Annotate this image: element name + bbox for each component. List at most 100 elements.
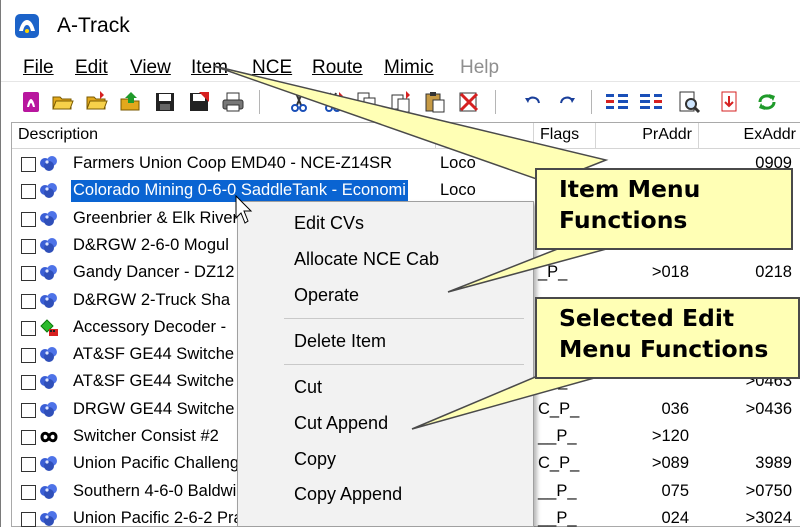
row-checkbox[interactable] — [21, 457, 36, 473]
callout-edit-menu-text: Selected Edit Menu Functions — [559, 303, 798, 365]
row-exaddr: >3024 — [745, 508, 792, 527]
row-checkbox[interactable] — [21, 430, 36, 445]
callout-line: Functions — [559, 206, 688, 234]
menu-edit[interactable]: Edit — [75, 57, 108, 79]
column-header-type-label: Type — [442, 126, 477, 143]
row-checkbox[interactable] — [21, 402, 36, 418]
row-checkbox[interactable] — [21, 293, 36, 309]
row-exaddr: >0750 — [745, 481, 792, 500]
row-description: AT&SF GE44 Switche — [73, 372, 235, 391]
ctx-edit-cvs[interactable]: Edit CVs — [294, 213, 364, 234]
row-checkbox[interactable] — [21, 184, 36, 200]
ctx-operate[interactable]: Operate — [294, 285, 359, 306]
menu-bar: File Edit View Item NCE Route Mimic Help — [1, 55, 800, 82]
context-menu: Edit CVs Allocate NCE Cab Operate Delete… — [237, 201, 534, 527]
ctx-cut-append-label: Cut Append — [294, 413, 389, 433]
column-header-exaddr[interactable]: ExAddr — [699, 123, 800, 149]
locomotive-icon — [39, 510, 59, 527]
ctx-separator — [284, 318, 524, 319]
row-praddr: >089 — [651, 454, 689, 473]
locomotive-icon — [39, 455, 59, 473]
ctx-copy-label: Copy — [294, 449, 337, 469]
callout-line: Menu Functions — [559, 335, 769, 363]
menu-view[interactable]: View — [130, 57, 171, 79]
locomotive-icon — [39, 182, 59, 200]
app-window: A-Track File Edit View Item NCE Route Mi… — [0, 0, 800, 527]
menu-nce[interactable]: NCE — [252, 57, 292, 79]
ctx-allocate-nce-cab[interactable]: Allocate NCE Cab — [294, 249, 439, 270]
refresh-icon[interactable] — [755, 90, 779, 114]
ctx-copy-append-label: Copy Append — [294, 484, 403, 504]
delete-icon[interactable] — [457, 90, 481, 114]
cut-icon[interactable] — [287, 90, 311, 114]
title-bar[interactable]: A-Track — [1, 0, 800, 55]
import-icon[interactable] — [119, 90, 143, 114]
open-icon[interactable] — [51, 90, 75, 114]
save-as-icon[interactable] — [187, 90, 211, 114]
ctx-allocate-nce-cab-label: Allocate NCE Cab — [294, 249, 440, 269]
move-down-icon[interactable] — [639, 90, 663, 114]
menu-route[interactable]: Route — [312, 57, 363, 79]
column-header-flags-label: Flags — [540, 126, 580, 143]
row-checkbox[interactable] — [21, 266, 36, 282]
cut-append-icon[interactable] — [321, 90, 345, 114]
print-icon[interactable] — [221, 90, 245, 114]
move-up-icon[interactable] — [605, 90, 629, 114]
menu-file[interactable]: File — [23, 57, 54, 79]
ctx-cut-append[interactable]: Cut Append — [294, 413, 388, 434]
row-checkbox[interactable] — [21, 484, 36, 500]
locomotive-icon — [39, 346, 59, 364]
ctx-edit-cvs-label: Edit CVs — [294, 213, 365, 233]
copy-icon[interactable] — [355, 90, 379, 114]
row-flags: C_P_ — [538, 454, 580, 473]
open-append-icon[interactable] — [85, 90, 109, 114]
row-checkbox[interactable] — [21, 238, 36, 254]
ctx-delete-item[interactable]: Delete Item — [294, 331, 386, 352]
save-icon[interactable] — [153, 90, 177, 114]
row-checkbox[interactable] — [21, 348, 36, 364]
row-checkbox[interactable] — [21, 511, 36, 527]
new-icon[interactable] — [19, 90, 43, 114]
row-description: AT&SF GE44 Switche — [73, 345, 235, 364]
menu-file-label: File — [23, 57, 54, 78]
download-icon[interactable] — [717, 90, 741, 114]
row-description: Switcher Consist #2 — [73, 427, 219, 445]
find-icon[interactable] — [677, 90, 701, 114]
menu-mimic[interactable]: Mimic — [384, 57, 434, 79]
column-header-flags[interactable]: Flags — [534, 123, 596, 149]
row-checkbox[interactable] — [21, 375, 36, 391]
column-header-type[interactable]: Type — [436, 123, 534, 149]
row-description: Greenbrier & Elk River — [73, 208, 239, 227]
ctx-copy-append[interactable]: Copy Append — [294, 484, 402, 505]
consist-icon — [39, 428, 59, 446]
locomotive-icon — [39, 237, 59, 255]
callout-line: Item Menu — [559, 175, 701, 203]
row-checkbox[interactable] — [21, 211, 36, 227]
column-header-praddr[interactable]: PrAddr — [596, 123, 699, 149]
toolbar-separator — [495, 90, 496, 114]
list-header: Description Type Flags PrAddr ExAddr — [12, 123, 800, 149]
menu-help[interactable]: Help — [460, 57, 499, 79]
undo-icon[interactable] — [521, 90, 545, 114]
paste-icon[interactable] — [423, 90, 447, 114]
row-praddr: 036 — [661, 399, 689, 418]
row-exaddr: 3989 — [755, 454, 792, 473]
column-header-description[interactable]: Description — [12, 123, 436, 149]
row-flags: C_P_ — [538, 399, 580, 418]
ctx-copy[interactable]: Copy — [294, 449, 336, 470]
row-checkbox[interactable] — [21, 157, 36, 172]
row-description: Farmers Union Coop EMD40 - NCE-Z14SR — [73, 154, 393, 172]
callout-line: Selected Edit — [559, 304, 735, 332]
row-praddr: >120 — [651, 427, 689, 445]
row-exaddr: >0436 — [745, 399, 792, 418]
redo-icon[interactable] — [555, 90, 579, 114]
row-type: Loco — [440, 154, 476, 172]
row-description: Union Pacific Challeng — [73, 454, 240, 473]
ctx-cut[interactable]: Cut — [294, 377, 322, 398]
row-checkbox[interactable] — [21, 320, 36, 336]
locomotive-icon — [39, 292, 59, 310]
row-flags: _P_ — [538, 263, 568, 282]
menu-item[interactable]: Item — [191, 57, 228, 79]
accessory-decoder-icon — [39, 319, 59, 337]
copy-append-icon[interactable] — [389, 90, 413, 114]
